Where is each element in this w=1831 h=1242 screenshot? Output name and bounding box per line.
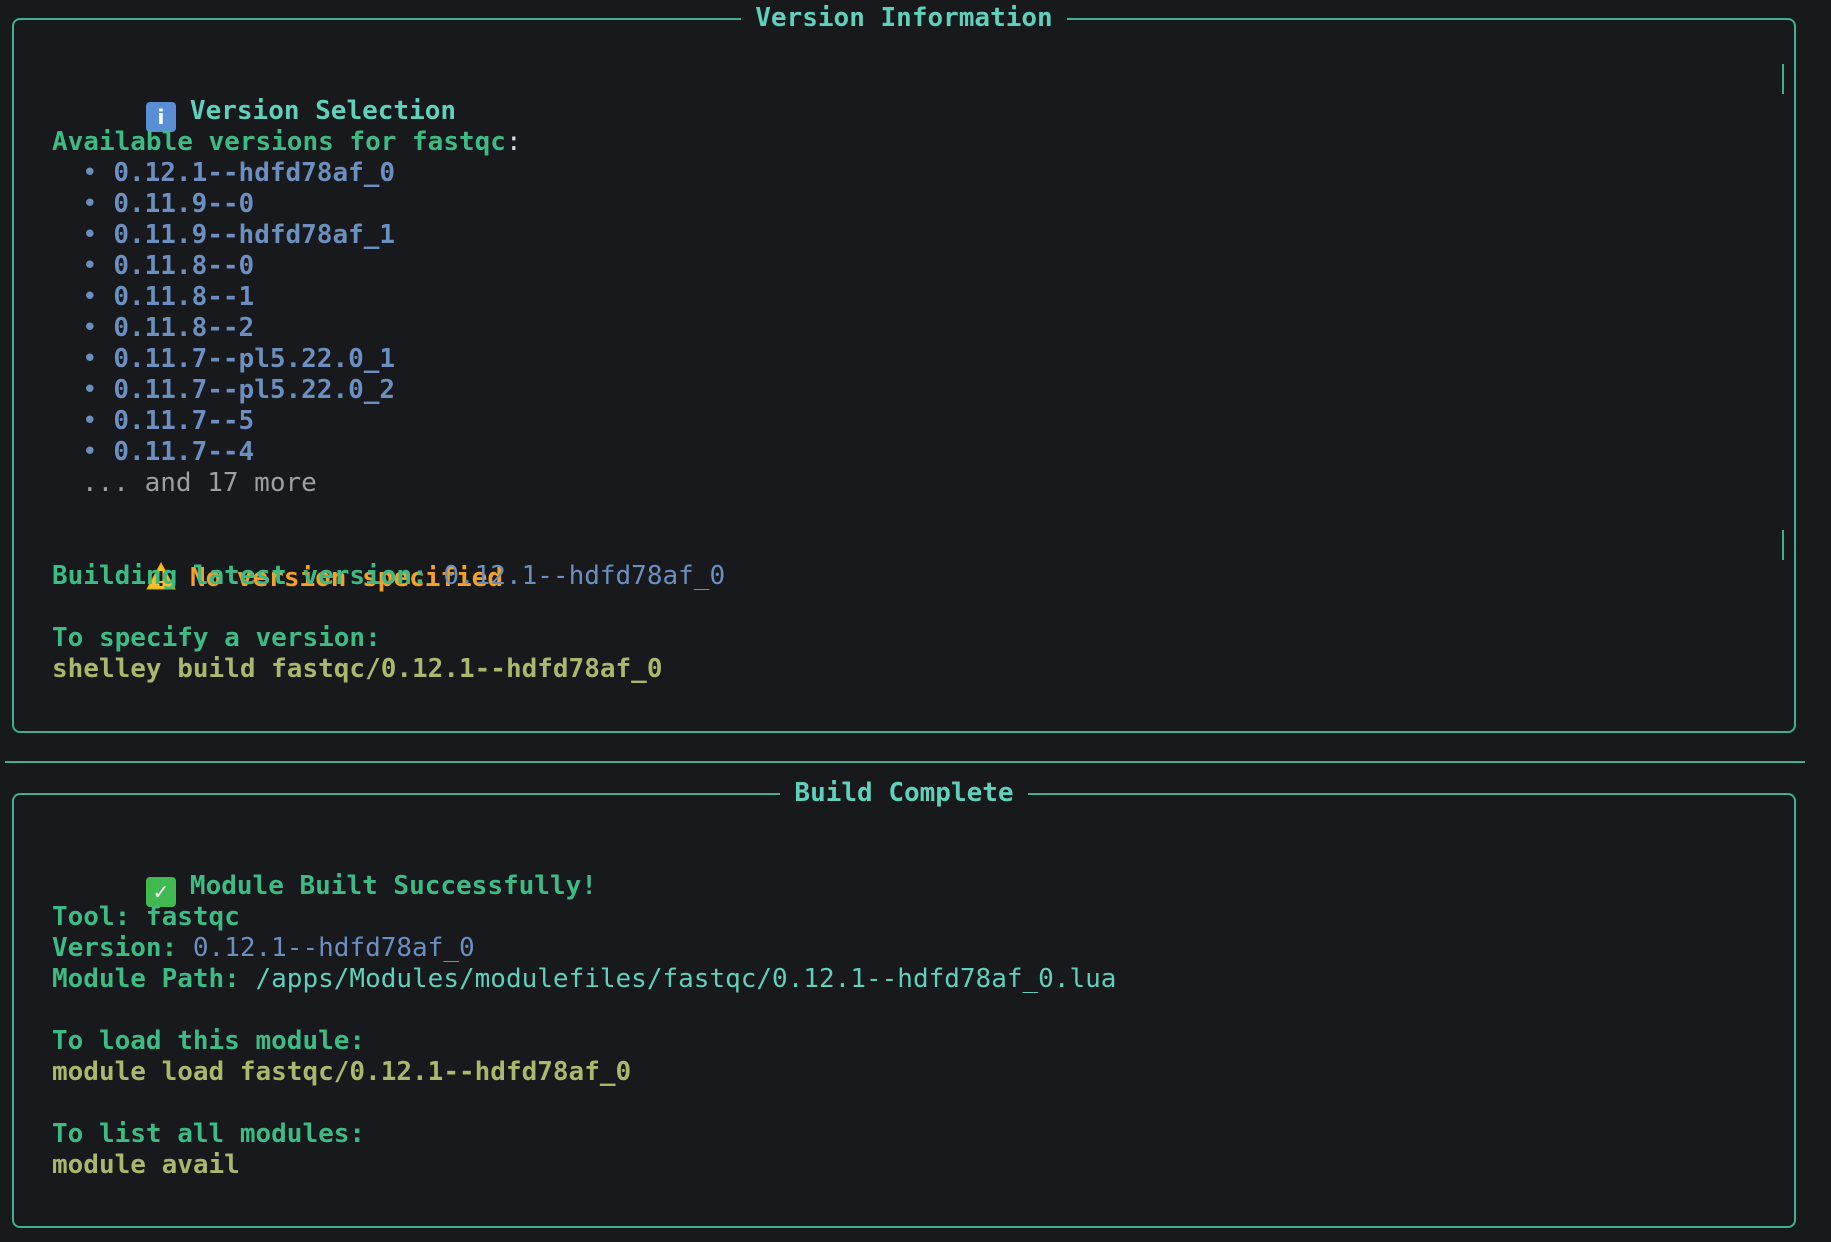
version-list-item: • 0.11.8--1 bbox=[52, 282, 1764, 313]
version-value: 0.11.9--hdfd78af_1 bbox=[113, 220, 396, 250]
version-list-item: • 0.11.7--pl5.22.0_2 bbox=[52, 375, 1764, 406]
version-value: 0.11.8--2 bbox=[113, 313, 255, 343]
version-list-item: • 0.11.8--2 bbox=[52, 313, 1764, 344]
version-info-panel: Version Information i Version Selection A… bbox=[12, 3, 1796, 733]
version-info-title-text: Version Information bbox=[741, 3, 1067, 33]
version-value: 0.11.7--5 bbox=[113, 406, 255, 436]
version-info-panel-body: i Version Selection Available versions fo… bbox=[52, 65, 1764, 685]
version-list-item: • 0.11.7--5 bbox=[52, 406, 1764, 437]
version-selection-heading: i Version Selection bbox=[52, 65, 1764, 132]
version-value: 0.11.8--1 bbox=[113, 282, 255, 312]
version-value: 0.11.7--pl5.22.0_2 bbox=[113, 375, 396, 405]
build-complete-panel-body: ✓ Module Built Successfully! Tool: fastqc… bbox=[52, 840, 1764, 1181]
bullet: • bbox=[82, 189, 98, 219]
bullet: • bbox=[82, 344, 98, 374]
bullet: • bbox=[82, 220, 98, 250]
version-value: 0.11.8--0 bbox=[113, 251, 255, 281]
build-complete-panel-title: Build Complete bbox=[14, 776, 1794, 810]
version-line: Version: 0.12.1--hdfd78af_0 bbox=[52, 933, 475, 963]
version-list-item: • 0.11.8--0 bbox=[52, 251, 1764, 282]
version-list-item: • 0.12.1--hdfd78af_0 bbox=[52, 158, 1764, 189]
version-list-item: • 0.11.7--pl5.22.0_1 bbox=[52, 344, 1764, 375]
version-value: 0.12.1--hdfd78af_0 bbox=[113, 158, 396, 188]
bullet: • bbox=[82, 437, 98, 467]
border-artifact bbox=[1782, 530, 1784, 560]
module-path-line: Module Path: /apps/Modules/modulefiles/f… bbox=[52, 964, 1117, 994]
bullet: • bbox=[82, 375, 98, 405]
more-versions-text: ... and 17 more bbox=[82, 468, 317, 498]
version-value: 0.11.9--0 bbox=[113, 189, 255, 219]
load-module-label: To load this module: bbox=[52, 1026, 366, 1056]
bullet: • bbox=[82, 158, 98, 188]
build-complete-panel: Build Complete ✓ Module Built Successfull… bbox=[12, 778, 1796, 1228]
list-modules-label: To list all modules: bbox=[52, 1119, 366, 1149]
version-list: • 0.12.1--hdfd78af_0 • 0.11.9--0 • 0.11.9-… bbox=[52, 158, 1764, 468]
building-latest-line: Building latest version: 0.12.1--hdfd78a… bbox=[52, 561, 726, 591]
specify-version-command: shelley build fastqc/0.12.1--hdfd78af_0 bbox=[52, 654, 663, 684]
module-built-heading: ✓ Module Built Successfully! bbox=[52, 840, 1764, 907]
specify-version-label: To specify a version: bbox=[52, 623, 381, 653]
bullet: • bbox=[82, 406, 98, 436]
no-version-warning: No version specified bbox=[52, 530, 1764, 593]
version-list-item: • 0.11.7--4 bbox=[52, 437, 1764, 468]
version-info-panel-title: Version Information bbox=[14, 1, 1794, 35]
bullet: • bbox=[82, 282, 98, 312]
bullet: • bbox=[82, 313, 98, 343]
bullet: • bbox=[82, 251, 98, 281]
load-module-command: module load fastqc/0.12.1--hdfd78af_0 bbox=[52, 1057, 632, 1087]
version-list-item: • 0.11.9--0 bbox=[52, 189, 1764, 220]
version-list-item: • 0.11.9--hdfd78af_1 bbox=[52, 220, 1764, 251]
version-value: 0.11.7--4 bbox=[113, 437, 255, 467]
available-versions-label: Available versions for fastqc: bbox=[52, 127, 522, 157]
border-artifact bbox=[1782, 64, 1784, 94]
list-modules-command: module avail bbox=[52, 1150, 240, 1180]
version-value: 0.11.7--pl5.22.0_1 bbox=[113, 344, 396, 374]
section-divider bbox=[5, 761, 1805, 763]
build-complete-title-text: Build Complete bbox=[780, 778, 1028, 808]
tool-line: Tool: fastqc bbox=[52, 902, 240, 932]
